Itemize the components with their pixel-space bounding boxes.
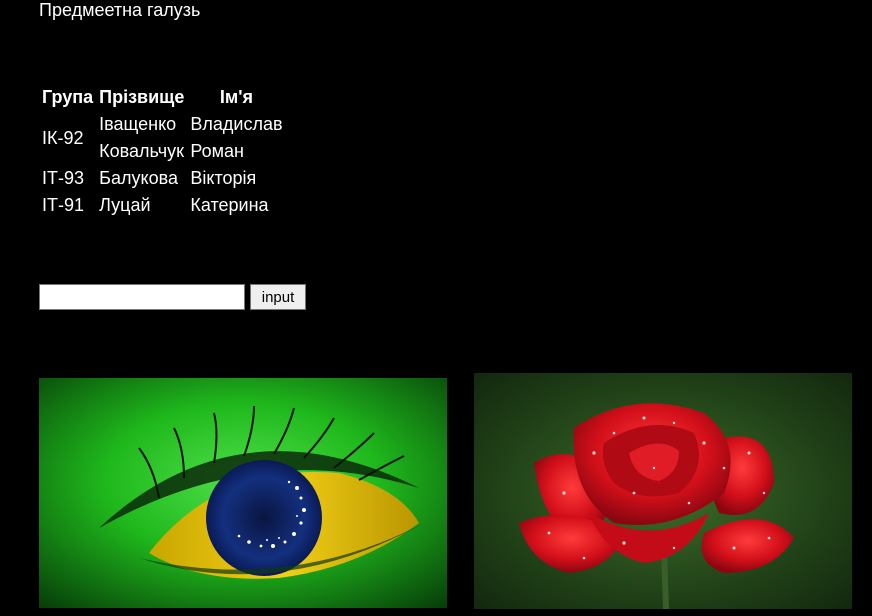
group-cell: ІК-92 bbox=[42, 127, 84, 148]
table-row: ІТ-91 Луцай Катерина bbox=[39, 192, 286, 219]
surname-cell: Іващенко bbox=[99, 114, 177, 134]
table-header-row: Група Прізвище Ім'я bbox=[39, 84, 286, 111]
rose-illustration bbox=[474, 373, 852, 609]
rose-image bbox=[474, 373, 852, 609]
name-cell: Владислав bbox=[190, 114, 283, 134]
input-button[interactable]: input bbox=[250, 284, 306, 310]
column-header-name: Ім'я bbox=[219, 87, 254, 107]
surname-cell: Луцай bbox=[99, 195, 151, 215]
eye-illustration bbox=[39, 378, 447, 608]
page-title: Предмеетна галузь bbox=[39, 0, 201, 20]
eye-image bbox=[39, 378, 447, 608]
column-header-surname: Прізвище bbox=[99, 87, 185, 107]
group-cell: ІТ-91 bbox=[42, 195, 85, 215]
group-cell: ІТ-93 bbox=[42, 168, 85, 188]
table-row: ІТ-93 Балукова Вікторія bbox=[39, 165, 286, 192]
name-cell: Роман bbox=[190, 141, 244, 161]
surname-cell: Балукова bbox=[99, 168, 178, 188]
surname-cell: Ковальчук bbox=[99, 141, 184, 161]
table-row: ІК-92 Іващенко Владислав bbox=[39, 111, 286, 148]
name-cell: Катерина bbox=[190, 195, 269, 215]
column-header-group: Група bbox=[42, 87, 94, 107]
name-cell: Вікторія bbox=[190, 168, 257, 188]
text-input[interactable] bbox=[39, 284, 245, 310]
students-table: Група Прізвище Ім'я ІК-92 Іващенко Влади… bbox=[39, 84, 286, 219]
